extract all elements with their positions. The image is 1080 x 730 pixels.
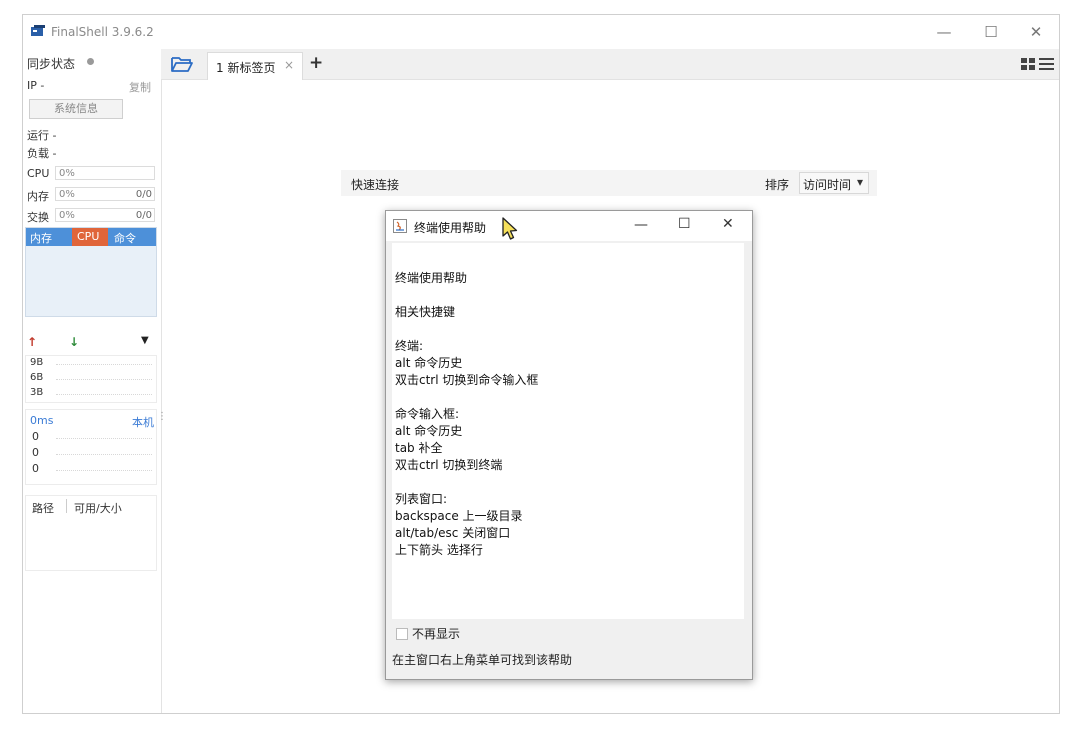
help-line: 终端: xyxy=(395,339,424,353)
app-title: FinalShell 3.9.6.2 xyxy=(51,25,154,39)
help-line: 双击ctrl 切换到命令输入框 xyxy=(395,373,539,387)
cpu-usage-value: 0% xyxy=(59,168,75,179)
help-line: 双击ctrl 切换到终端 xyxy=(395,458,503,472)
dialog-title: 终端使用帮助 xyxy=(414,221,487,235)
load-label: 负载 - xyxy=(27,147,57,160)
tab-command[interactable]: 命令 xyxy=(114,230,136,246)
ping-tick-1: 0 xyxy=(32,430,39,443)
close-button[interactable]: ✕ xyxy=(1021,21,1051,43)
process-tabs: 内存 CPU 命令 xyxy=(26,228,156,246)
menu-icon[interactable] xyxy=(1039,57,1054,71)
ping-tick-3: 0 xyxy=(32,462,39,475)
network-menu-dropdown-icon[interactable]: ▼ xyxy=(141,335,149,346)
java-app-icon xyxy=(393,219,407,233)
chevron-down-icon: ▾ xyxy=(857,175,864,189)
dont-show-again-checkbox[interactable] xyxy=(396,628,408,640)
memory-usage-bar: 0% 0/0 xyxy=(55,187,155,201)
dialog-hint: 在主窗口右上角菜单可找到该帮助 xyxy=(392,653,573,667)
ping-tick-2: 0 xyxy=(32,446,39,459)
ping-host-link[interactable]: 本机 xyxy=(132,414,154,430)
tab-new-tab[interactable]: 1 新标签页 × xyxy=(207,52,303,80)
main-window: FinalShell 3.9.6.2 — ☐ ✕ 同步状态 IP - 复制 系统… xyxy=(22,14,1060,714)
grid-view-icon[interactable] xyxy=(1021,57,1035,71)
sort-select-value: 访问时间 xyxy=(803,178,852,192)
add-tab-button[interactable]: + xyxy=(309,53,323,73)
upload-arrow-icon: ↑ xyxy=(27,335,38,349)
ip-label: IP - xyxy=(27,79,45,92)
help-line: alt/tab/esc 关闭窗口 xyxy=(395,526,511,540)
help-line: alt 命令历史 xyxy=(395,424,463,438)
column-divider xyxy=(66,499,67,513)
grid-line xyxy=(56,364,152,365)
tab-close-icon[interactable]: × xyxy=(284,58,294,72)
uptime-label: 运行 - xyxy=(27,129,57,142)
help-dialog: 终端使用帮助 — ☐ ✕ 终端使用帮助 相关快捷键 终端: alt 命令历史 双… xyxy=(385,210,753,680)
mouse-cursor-icon xyxy=(502,217,518,240)
disk-panel: 路径 可用/大小 xyxy=(25,495,157,571)
memory-label: 内存 xyxy=(27,190,49,203)
dialog-minimize-button[interactable]: — xyxy=(634,217,648,233)
cpu-label: CPU xyxy=(27,167,50,180)
app-logo-icon xyxy=(31,25,45,36)
ping-latency: 0ms xyxy=(30,414,54,427)
process-monitor-panel: 内存 CPU 命令 xyxy=(25,227,157,317)
grid-line xyxy=(56,379,152,380)
tab-cpu[interactable]: CPU xyxy=(72,228,108,246)
maximize-button[interactable]: ☐ xyxy=(976,21,1006,43)
memory-ratio: 0/0 xyxy=(135,189,152,200)
sort-label: 排序 xyxy=(765,178,790,192)
sort-select[interactable]: 访问时间 ▾ xyxy=(799,172,869,194)
grid-line xyxy=(56,394,152,395)
quick-connect-title: 快速连接 xyxy=(351,178,400,192)
help-line: 列表窗口: xyxy=(395,492,448,506)
sidebar: 同步状态 IP - 复制 系统信息 运行 - 负载 - CPU 0% 内存 0%… xyxy=(23,49,167,713)
sync-status-label: 同步状态 xyxy=(27,57,76,71)
tab-label: 1 新标签页 xyxy=(216,61,276,75)
sync-status-dot-icon xyxy=(87,58,94,65)
tab-cpu-label: CPU xyxy=(77,230,100,243)
help-line: backspace 上一级目录 xyxy=(395,509,523,523)
memory-usage-value: 0% xyxy=(59,189,75,200)
tab-strip: 1 新标签页 × + xyxy=(161,49,1059,80)
system-info-button[interactable]: 系统信息 xyxy=(29,99,123,119)
title-bar[interactable]: FinalShell 3.9.6.2 — ☐ ✕ xyxy=(23,15,1059,49)
dont-show-again-label[interactable]: 不再显示 xyxy=(412,625,460,642)
copy-ip-link[interactable]: 复制 xyxy=(129,79,151,95)
help-line: tab 补全 xyxy=(395,441,443,455)
help-line: 终端使用帮助 xyxy=(395,271,468,285)
dialog-title-bar[interactable]: 终端使用帮助 — ☐ ✕ xyxy=(386,211,752,241)
swap-usage-bar: 0% 0/0 xyxy=(55,208,155,222)
quick-connect-bar: 快速连接 排序 访问时间 ▾ xyxy=(341,170,877,196)
network-tick-1: 9B xyxy=(30,357,44,368)
swap-label: 交换 xyxy=(27,211,49,224)
network-chart: 9B 6B 3B xyxy=(25,355,157,403)
grid-line xyxy=(56,454,152,455)
resize-handle-icon[interactable]: ⋮ xyxy=(157,411,167,422)
network-tick-3: 3B xyxy=(30,387,44,398)
help-line: 相关快捷键 xyxy=(395,305,456,319)
disk-col-size[interactable]: 可用/大小 xyxy=(74,500,122,516)
minimize-button[interactable]: — xyxy=(929,21,959,43)
disk-col-path[interactable]: 路径 xyxy=(32,500,54,516)
help-line: 上下箭头 选择行 xyxy=(395,543,483,557)
swap-usage-value: 0% xyxy=(59,210,75,221)
download-arrow-icon: ↓ xyxy=(69,335,80,349)
help-text-area[interactable]: 终端使用帮助 相关快捷键 终端: alt 命令历史 双击ctrl 切换到命令输入… xyxy=(392,243,744,619)
dialog-close-button[interactable]: ✕ xyxy=(722,216,734,232)
cpu-usage-bar: 0% xyxy=(55,166,155,180)
dialog-maximize-button[interactable]: ☐ xyxy=(678,216,691,232)
tab-memory[interactable]: 内存 xyxy=(30,230,52,246)
ping-panel: 0ms 本机 0 0 0 xyxy=(25,409,157,485)
grid-line xyxy=(56,470,152,471)
network-tick-2: 6B xyxy=(30,372,44,383)
help-line: alt 命令历史 xyxy=(395,356,463,370)
folder-open-icon[interactable] xyxy=(171,55,193,73)
grid-line xyxy=(56,438,152,439)
swap-ratio: 0/0 xyxy=(135,210,152,221)
help-line: 命令输入框: xyxy=(395,407,460,421)
